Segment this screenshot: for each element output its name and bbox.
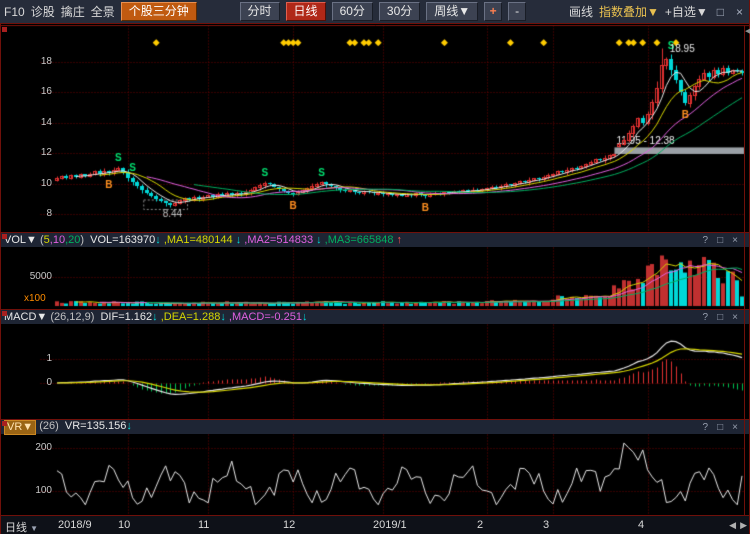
stock-3min-button[interactable]: 个股三分钟 — [121, 2, 197, 21]
add-watchlist-dropdown[interactable]: +自选▼ — [665, 3, 708, 20]
maximize-icon[interactable]: □ — [717, 311, 723, 324]
maximize-icon[interactable]: □ — [717, 234, 723, 247]
macd-panel-controls: ? □ × — [703, 311, 746, 324]
close-icon[interactable]: × — [732, 234, 738, 247]
price-axis-label: 18 — [0, 55, 52, 69]
header-value: ,10 — [50, 234, 65, 247]
macd-chart[interactable] — [0, 324, 750, 419]
header-value: ,MA1=480144 — [161, 234, 236, 247]
date-axis-bar: 日线 ▼ ◀ ▶ 2018/9 10 11 12 2019/1 2 3 4 — [0, 515, 750, 534]
scroll-left-icon[interactable]: ◀ — [729, 520, 736, 531]
close-icon[interactable]: × — [732, 421, 738, 434]
tab-daily[interactable]: 日线 — [286, 2, 326, 21]
date-label: 12 — [283, 519, 295, 531]
header-value: VR=135.156 — [65, 420, 126, 435]
close-icon[interactable]: × — [732, 311, 738, 324]
header-value: (26) — [36, 420, 65, 435]
tab-60min[interactable]: 60分 — [332, 2, 373, 21]
macd-panel-header: MACD▼ (26,12,9) DIF=1.162↓ ,DEA=1.288↓ ,… — [0, 309, 750, 324]
vr-indicator-dropdown[interactable]: VR▼ — [4, 420, 36, 435]
vr-axis-label: 100 — [0, 484, 52, 498]
help-icon[interactable]: ? — [703, 234, 709, 247]
collapse-right-panel-icon[interactable]: ◀ — [745, 27, 750, 35]
main-candlestick-chart[interactable] — [0, 25, 750, 232]
stock-chart-window: F10 诊股 擒庄 全景 个股三分钟 分时 日线 60分 30分 周线▼ + -… — [0, 0, 750, 534]
index-overlay-dropdown[interactable]: 指数叠加▼ — [599, 3, 659, 20]
right-panel-divider — [744, 25, 745, 515]
volume-chart[interactable] — [0, 247, 750, 309]
price-axis-label: 10 — [0, 177, 52, 191]
header-value: (26,12,9) — [47, 311, 100, 324]
catch-banker-button[interactable]: 擒庄 — [61, 3, 85, 20]
help-icon[interactable]: ? — [703, 421, 709, 434]
price-axis-label: 16 — [0, 85, 52, 99]
vr-panel-handle[interactable] — [2, 421, 7, 426]
volume-unit-label: x100 — [24, 292, 46, 306]
date-label: 2 — [477, 519, 483, 531]
header-value: ↑ — [397, 234, 403, 247]
vol-panel-handle[interactable] — [2, 234, 7, 239]
date-label: 2018/9 — [58, 519, 92, 531]
header-value: ,DEA=1.288 — [158, 311, 221, 324]
date-label: 4 — [638, 519, 644, 531]
header-value: ↓ — [302, 311, 308, 324]
tab-30min[interactable]: 30分 — [379, 2, 420, 21]
price-axis-label: 14 — [0, 116, 52, 130]
header-value: ( — [37, 234, 44, 247]
restore-window-icon[interactable]: □ — [714, 5, 727, 19]
tab-weekly-dropdown[interactable]: 周线▼ — [426, 2, 478, 21]
vol-indicator-dropdown[interactable]: VOL▼ — [4, 234, 37, 247]
tab-intraday[interactable]: 分时 — [240, 2, 280, 21]
vr-panel-controls: ? □ × — [703, 421, 746, 434]
diagnose-stock-button[interactable]: 诊股 — [31, 3, 55, 20]
scroll-right-icon[interactable]: ▶ — [740, 520, 747, 531]
panorama-button[interactable]: 全景 — [91, 3, 115, 20]
header-value: ,MA2=514833 — [241, 234, 316, 247]
vr-header-values: VR▼ (26) VR=135.156↓ — [4, 420, 132, 435]
header-value: ,20 — [65, 234, 80, 247]
macd-indicator-dropdown[interactable]: MACD▼ — [4, 311, 47, 324]
macd-header-values: MACD▼ (26,12,9) DIF=1.162↓ ,DEA=1.288↓ ,… — [4, 311, 307, 324]
macd-panel-handle[interactable] — [2, 311, 7, 316]
close-window-icon[interactable]: × — [733, 5, 746, 19]
date-label: 11 — [198, 519, 209, 531]
zoom-out-button[interactable]: - — [508, 2, 526, 21]
header-value: ,MA3=665848 — [322, 234, 397, 247]
toolbar: F10 诊股 擒庄 全景 个股三分钟 分时 日线 60分 30分 周线▼ + -… — [0, 0, 750, 24]
draw-line-button[interactable]: 画线 — [569, 3, 593, 20]
vol-panel-header: VOL▼ (5,10,20) VOL=163970↓ ,MA1=480144 ↓… — [0, 232, 750, 247]
header-value: VOL=163970 — [90, 234, 155, 247]
header-value: ,MACD=-0.251 — [226, 311, 302, 324]
vr-chart[interactable] — [0, 434, 750, 515]
date-label: 10 — [118, 519, 130, 531]
main-panel-handle[interactable] — [2, 27, 7, 32]
volume-axis-label: 5000 — [0, 270, 52, 284]
vol-panel-controls: ? □ × — [703, 234, 746, 247]
price-axis-label: 12 — [0, 146, 52, 160]
zoom-in-button[interactable]: + — [484, 2, 502, 21]
date-label: 3 — [543, 519, 549, 531]
vr-axis-label: 200 — [0, 441, 52, 455]
vol-header-values: VOL▼ (5,10,20) VOL=163970↓ ,MA1=480144 ↓… — [4, 234, 402, 247]
date-label: 2019/1 — [373, 519, 407, 531]
header-value: DIF=1.162 — [100, 311, 152, 324]
f10-button[interactable]: F10 — [4, 5, 25, 19]
maximize-icon[interactable]: □ — [717, 421, 723, 434]
header-value: ↓ — [126, 420, 132, 435]
vr-panel-header: VR▼ (26) VR=135.156↓ ? □ × — [0, 419, 750, 434]
help-icon[interactable]: ? — [703, 311, 709, 324]
chevron-down-icon: ▼ — [30, 524, 38, 533]
period-dropdown[interactable]: 日线 ▼ — [5, 519, 38, 534]
price-axis-label: 8 — [0, 207, 52, 221]
macd-axis-label: 0 — [0, 376, 52, 390]
header-value: ) — [80, 234, 90, 247]
macd-axis-label: 1 — [0, 352, 52, 366]
